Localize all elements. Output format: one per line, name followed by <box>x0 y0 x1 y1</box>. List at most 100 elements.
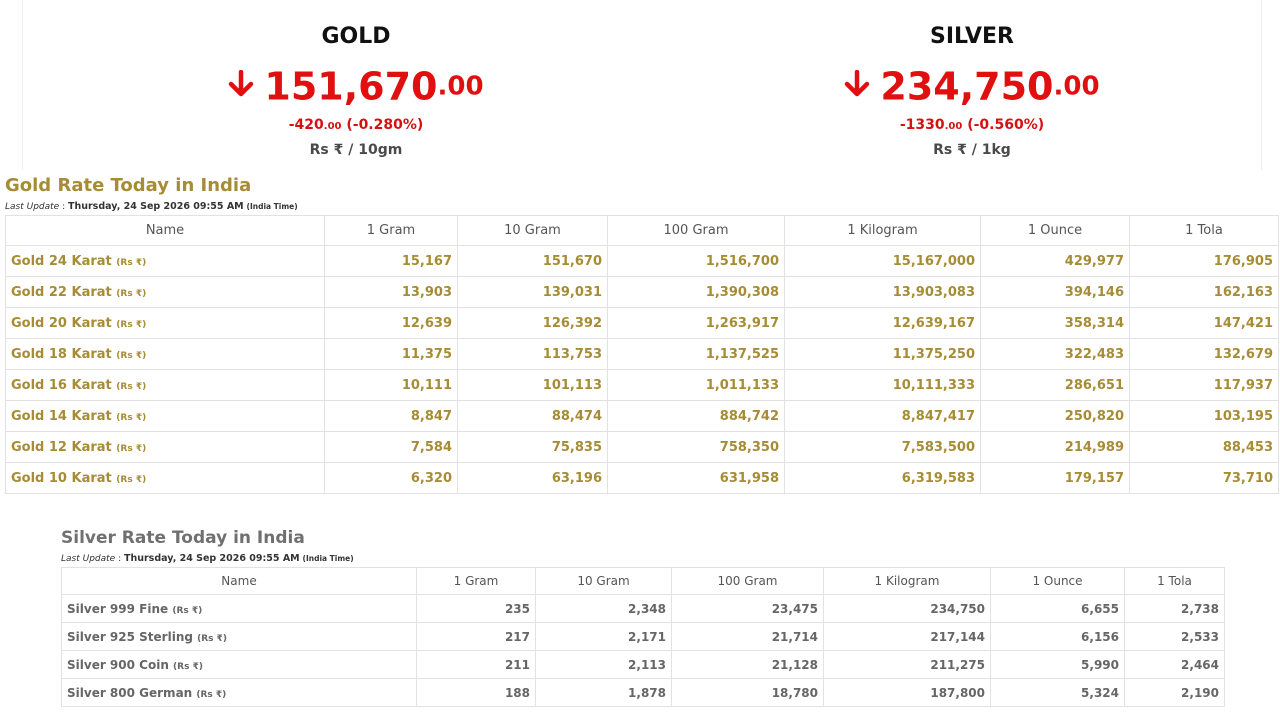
silver-purity-label: Silver 925 Sterling <box>67 629 193 644</box>
gold-purity-label: Gold 12 Karat <box>11 439 112 455</box>
silver-ticker: SILVER 234,750.00 -1330.00 (-0.560%) Rs … <box>792 22 1152 159</box>
table-row: Silver 999 Fine (Rs ₹) 235 2,348 23,475 234,… <box>61 594 1225 623</box>
silver-table-body: Silver 999 Fine (Rs ₹) 235 2,348 23,475 234,… <box>61 594 1225 707</box>
table-cell: 15,167 <box>324 245 458 277</box>
table-cell: 234,750 <box>823 594 991 623</box>
gold-column-header: 1 Tola <box>1129 215 1279 246</box>
table-cell: 6,319,583 <box>784 462 981 494</box>
gold-purity-label: Gold 14 Karat <box>11 408 112 424</box>
silver-ticker-price: 234,750.00 <box>792 64 1152 109</box>
table-cell: 211,275 <box>823 650 991 679</box>
table-cell: 75,835 <box>457 431 608 463</box>
silver-ticker-name: SILVER <box>929 24 1014 49</box>
table-cell: 12,639,167 <box>784 307 981 339</box>
table-cell: 23,475 <box>671 594 824 623</box>
currency-tag: (Rs ₹) <box>116 257 147 268</box>
currency-tag: (Rs ₹) <box>196 689 227 700</box>
table-cell: 2,464 <box>1124 650 1225 679</box>
table-cell: 2,533 <box>1124 622 1225 651</box>
silver-column-header: 1 Tola <box>1124 567 1225 595</box>
table-cell: 13,903,083 <box>784 276 981 308</box>
currency-tag: (Rs ₹) <box>116 350 147 361</box>
table-cell: 187,800 <box>823 678 991 707</box>
currency-tag: (Rs ₹) <box>116 412 147 423</box>
table-cell: 6,655 <box>990 594 1125 623</box>
currency-tag: (Rs ₹) <box>116 474 147 485</box>
table-row: Silver 800 German (Rs ₹) 188 1,878 18,780 18… <box>61 678 1225 707</box>
table-cell: 6,320 <box>324 462 458 494</box>
table-cell: 63,196 <box>457 462 608 494</box>
gold-row-name-cell: Gold 12 Karat (Rs ₹) <box>5 431 325 463</box>
gold-change-main: -420 <box>288 117 324 133</box>
currency-tag: (Rs ₹) <box>172 605 203 616</box>
gold-column-header: 1 Ounce <box>980 215 1130 246</box>
table-cell: 235 <box>416 594 536 623</box>
silver-change-percent: (-0.560%) <box>967 117 1045 133</box>
table-cell: 21,128 <box>671 650 824 679</box>
gold-row-name-cell: Gold 20 Karat (Rs ₹) <box>5 307 325 339</box>
table-cell: 11,375,250 <box>784 338 981 370</box>
silver-section-title: Silver Rate Today in India <box>61 528 305 548</box>
currency-tag: (Rs ₹) <box>173 661 203 672</box>
gold-column-header: 10 Gram <box>457 215 608 246</box>
arrow-down-icon <box>229 69 254 96</box>
gold-table-body: Gold 24 Karat (Rs ₹) 15,167 151,670 1,516,7… <box>5 245 1279 494</box>
table-cell: 1,516,700 <box>607 245 785 277</box>
table-cell: 188 <box>416 678 536 707</box>
gold-price-main: 151,670 <box>264 64 438 109</box>
silver-update-timezone: (India Time) <box>302 554 354 563</box>
table-cell: 13,903 <box>324 276 458 308</box>
table-cell: 1,263,917 <box>607 307 785 339</box>
silver-table-header-row: Name 1 Gram 10 Gram 100 Gram 1 Kilogram 1 Oun… <box>61 567 1225 595</box>
gold-purity-label: Gold 16 Karat <box>11 377 112 393</box>
silver-change-main: -1330 <box>899 117 945 133</box>
table-cell: 179,157 <box>980 462 1130 494</box>
gold-purity-label: Gold 22 Karat <box>11 284 112 300</box>
table-cell: 7,584 <box>324 431 458 463</box>
gold-row-name-cell: Gold 24 Karat (Rs ₹) <box>5 245 325 277</box>
table-row: Gold 10 Karat (Rs ₹) 6,320 63,196 631,958 6,… <box>5 462 1279 494</box>
table-cell: 132,679 <box>1129 338 1279 370</box>
table-cell: 73,710 <box>1129 462 1279 494</box>
currency-tag: (Rs ₹) <box>116 288 147 299</box>
table-cell: 88,474 <box>457 400 608 432</box>
table-row: Silver 925 Sterling (Rs ₹) 217 2,171 21,714… <box>61 622 1225 651</box>
gold-section-title: Gold Rate Today in India <box>5 175 252 196</box>
table-row: Gold 18 Karat (Rs ₹) 11,375 113,753 1,137,5… <box>5 338 1279 370</box>
silver-column-header: 1 Gram <box>416 567 536 595</box>
table-cell: 358,314 <box>980 307 1130 339</box>
gold-price-unit: Rs ₹ / 10gm <box>309 142 403 158</box>
table-cell: 139,031 <box>457 276 608 308</box>
silver-row-name-cell: Silver 999 Fine (Rs ₹) <box>61 594 417 623</box>
gold-purity-label: Gold 18 Karat <box>11 346 112 362</box>
gold-row-name-cell: Gold 18 Karat (Rs ₹) <box>5 338 325 370</box>
gold-row-name-cell: Gold 14 Karat (Rs ₹) <box>5 400 325 432</box>
silver-change-decimals: .00 <box>944 121 963 132</box>
silver-last-update: Last Update : Thursday, 24 Sep 2026 09:5… <box>61 551 1224 567</box>
table-cell: 217,144 <box>823 622 991 651</box>
table-cell: 217 <box>416 622 536 651</box>
table-cell: 2,190 <box>1124 678 1225 707</box>
silver-rate-section: Silver Rate Today in India Last Update :… <box>61 525 1225 707</box>
table-row: Gold 14 Karat (Rs ₹) 8,847 88,474 884,742 8,… <box>5 400 1279 432</box>
table-cell: 8,847,417 <box>784 400 981 432</box>
gold-ticker-price: 151,670.00 <box>176 64 536 109</box>
gold-change-percent: (-0.280%) <box>346 117 424 133</box>
gold-row-name-cell: Gold 10 Karat (Rs ₹) <box>5 462 325 494</box>
gold-update-label: Last Update <box>5 202 60 212</box>
gold-last-update: Last Update : Thursday, 24 Sep 2026 09:5… <box>5 199 1278 215</box>
table-cell: 15,167,000 <box>784 245 981 277</box>
silver-purity-label: Silver 900 Coin <box>67 657 169 672</box>
table-cell: 10,111,333 <box>784 369 981 401</box>
table-cell: 113,753 <box>457 338 608 370</box>
silver-rate-table: Name 1 Gram 10 Gram 100 Gram 1 Kilogram 1 Oun… <box>61 567 1225 707</box>
table-cell: 2,348 <box>535 594 672 623</box>
table-cell: 394,146 <box>980 276 1130 308</box>
table-cell: 7,583,500 <box>784 431 981 463</box>
gold-column-header: Name <box>5 215 325 246</box>
gold-update-separator: : <box>59 202 68 212</box>
silver-row-name-cell: Silver 925 Sterling (Rs ₹) <box>61 622 417 651</box>
gold-update-time: Thursday, 24 Sep 2026 09:55 AM <box>67 201 244 212</box>
gold-price-decimals: .00 <box>437 71 484 102</box>
gold-rate-table: Name 1 Gram 10 Gram 100 Gram 1 Kilogram 1 Oun… <box>5 215 1279 494</box>
